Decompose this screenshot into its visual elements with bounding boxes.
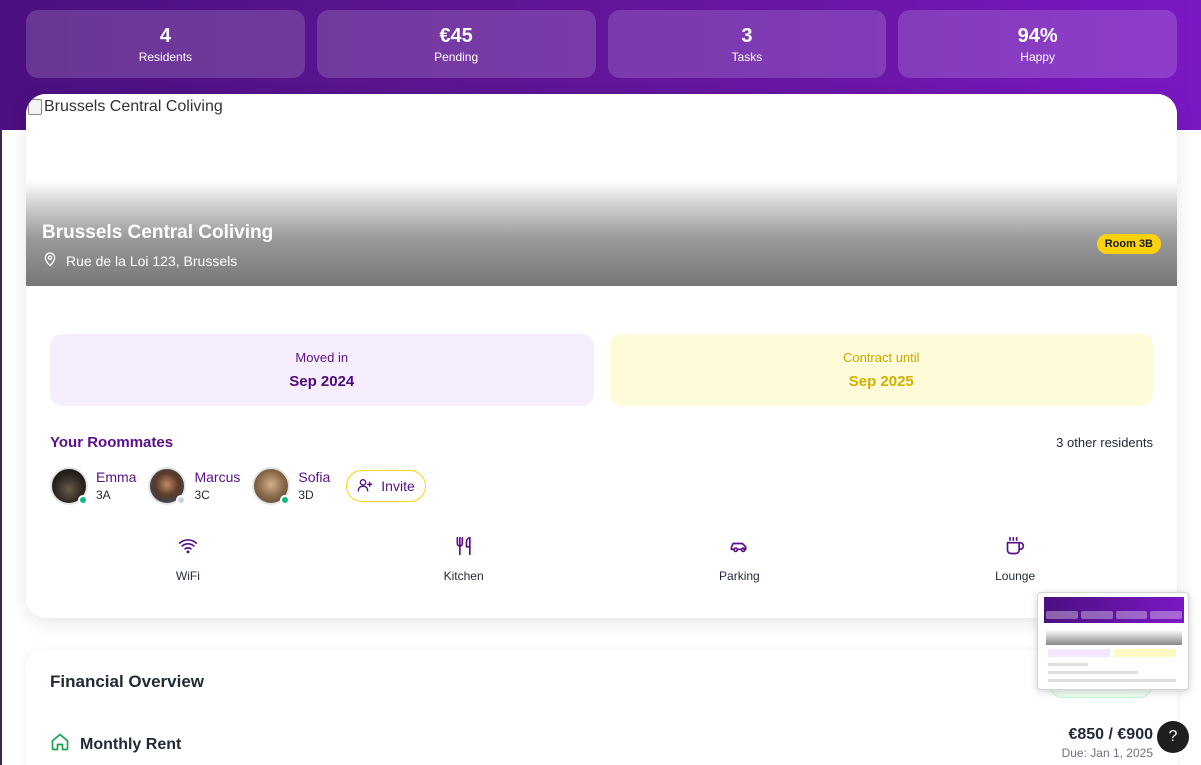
stat-label: Residents (138, 49, 193, 64)
stat-card-pending[interactable]: €45 Pending (316, 10, 596, 78)
coffee-icon (1004, 536, 1026, 561)
amenity-lounge[interactable]: Lounge (877, 536, 1153, 586)
monthly-rent-due: Due: Jan 1, 2025 (1061, 746, 1153, 760)
stat-card-tasks[interactable]: 3 Tasks (607, 10, 887, 78)
amenities-row: WiFi Kitchen Parking Lounge (50, 536, 1153, 586)
amenity-label: WiFi (175, 569, 200, 583)
cover-image-alt-text: Brussels Central Coliving (44, 98, 223, 115)
contract-until-value: Sep 2025 (848, 373, 914, 390)
user-plus-icon (357, 477, 373, 496)
room-badge: Room 3B (1096, 234, 1161, 254)
cover-image-alt: Brussels Central Coliving (28, 98, 223, 116)
stat-value: €45 (439, 24, 473, 47)
online-status-dot (280, 495, 291, 505)
stat-card-happy[interactable]: 94% Happy (898, 10, 1177, 78)
car-icon (728, 536, 750, 561)
preview-line (1048, 679, 1176, 682)
roommates-list: Emma 3A Marcus 3C Sofia 3D Invite (50, 466, 426, 506)
monthly-rent-row[interactable]: Monthly Rent (50, 732, 181, 757)
roommate-marcus[interactable]: Marcus 3C (148, 467, 240, 505)
stat-label: Happy (1020, 49, 1055, 64)
avatar (252, 467, 291, 505)
roommate-room: 3D (298, 488, 314, 502)
offline-status-dot (176, 495, 187, 505)
roommate-name: Sofia (298, 469, 331, 485)
roommate-name: Marcus (194, 469, 241, 485)
financial-overview-title: Financial Overview (50, 672, 205, 691)
utensils-icon (453, 536, 475, 561)
stat-label: Pending (434, 49, 479, 64)
stat-value: 94% (1017, 24, 1058, 47)
avatar (148, 467, 187, 505)
amenity-label: Lounge (995, 569, 1036, 583)
monthly-rent-label: Monthly Rent (80, 735, 182, 753)
broken-image-icon (28, 99, 42, 115)
property-address-text: Rue de la Loi 123, Brussels (66, 252, 238, 269)
amenity-label: Parking (719, 569, 760, 583)
invite-button[interactable]: Invite (346, 470, 426, 502)
roommates-count: 3 other residents (1056, 435, 1153, 450)
wifi-icon (177, 536, 199, 561)
help-button[interactable]: ? (1157, 721, 1189, 753)
financial-overview-card: Financial Overview Monthly Rent €850 / €… (26, 650, 1177, 765)
property-name: Brussels Central Coliving (42, 222, 274, 243)
property-cover-image: Brussels Central Coliving Brussels Centr… (26, 94, 1177, 286)
amenity-kitchen[interactable]: Kitchen (326, 536, 602, 586)
preview-date-box (1048, 649, 1110, 657)
page-preview-thumbnail[interactable] (1037, 592, 1189, 690)
roommate-sofia[interactable]: Sofia 3D (252, 467, 330, 505)
preview-line (1048, 671, 1138, 674)
preview-line (1048, 663, 1088, 666)
stats-bar: 4 Residents €45 Pending 3 Tasks 94% Happ… (26, 10, 1177, 78)
avatar (50, 467, 88, 505)
preview-header (1044, 597, 1184, 623)
stat-card-residents[interactable]: 4 Residents (26, 10, 305, 78)
moved-in-value: Sep 2024 (289, 373, 355, 390)
stat-value: 3 (741, 24, 753, 47)
amenity-wifi[interactable]: WiFi (50, 536, 326, 586)
moved-in-label: Moved in (295, 350, 349, 365)
online-status-dot (78, 495, 88, 505)
moved-in-box: Moved in Sep 2024 (50, 334, 594, 406)
stat-value: 4 (159, 24, 171, 47)
stat-label: Tasks (731, 49, 763, 64)
monthly-rent-amount: €850 / €900 (1068, 726, 1153, 743)
property-card: Brussels Central Coliving Brussels Centr… (26, 94, 1177, 618)
property-address: Rue de la Loi 123, Brussels (42, 251, 237, 270)
preview-stats (1046, 611, 1182, 619)
amenity-label: Kitchen (443, 569, 484, 583)
roommate-room: 3C (194, 488, 210, 502)
contract-dates: Moved in Sep 2024 Contract until Sep 202… (50, 334, 1153, 406)
map-pin-icon (42, 251, 58, 270)
invite-label: Invite (381, 478, 415, 494)
amenity-parking[interactable]: Parking (602, 536, 878, 586)
contract-until-label: Contract until (842, 350, 920, 365)
roommate-name: Emma (96, 469, 137, 485)
preview-cover (1046, 623, 1182, 645)
roommate-room: 3A (96, 488, 111, 502)
roommate-emma[interactable]: Emma 3A (50, 467, 136, 505)
home-icon (50, 732, 70, 757)
preview-date-box (1114, 649, 1176, 657)
contract-until-box: Contract until Sep 2025 (609, 334, 1153, 406)
roommates-title: Your Roommates (50, 434, 174, 451)
